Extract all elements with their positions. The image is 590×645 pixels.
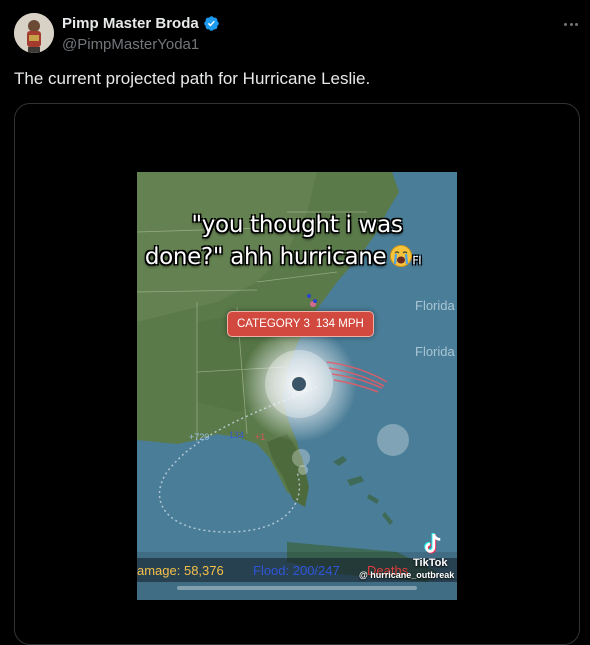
tiktok-brand: TikTok [413,557,448,569]
caption-line-1: "you thought i was [191,212,403,238]
more-options-icon[interactable] [561,15,581,33]
track-label-1: +720 [189,432,210,442]
caption-line-2: done?" ahh hurricane Fl [137,244,443,270]
flood-stat: Flood: 200/247 [253,563,340,578]
verified-badge-icon [203,16,219,31]
tweet-text: The current projected path for Hurricane… [14,69,371,88]
damage-stat: amage: 58,376 [137,563,224,578]
video-player[interactable]: "you thought i was done?" ahh hurricane F… [137,172,457,600]
author-handle[interactable]: @PimpMasterYoda1 [62,36,199,53]
track-label-2: 134 [229,430,245,440]
tiktok-username: @ hurricane_outbreak [359,570,455,580]
tiktok-logo-icon [424,533,441,554]
category-label: CATEGORY 3 [237,318,310,330]
media-card[interactable]: "you thought i was done?" ahh hurricane F… [14,103,580,645]
wind-speed: 134 MPH [315,318,364,330]
map-label-florida-1: Florida [415,298,455,313]
author-name-row: Pimp Master Broda [62,15,220,32]
loudly-crying-face-icon [390,245,413,267]
map-label-florida-2: Florida [415,344,455,359]
caption-line-2-text: done?" ahh hurricane [144,244,387,270]
track-label-3: +1 [255,432,266,442]
display-name[interactable]: Pimp Master Broda [62,15,199,32]
category-badge: CATEGORY 3 134 MPH [227,311,374,337]
avatar[interactable] [14,13,54,53]
avatar-image [14,13,54,53]
video-progress-bar[interactable] [177,586,417,590]
caption-tail: Fl [412,254,422,267]
